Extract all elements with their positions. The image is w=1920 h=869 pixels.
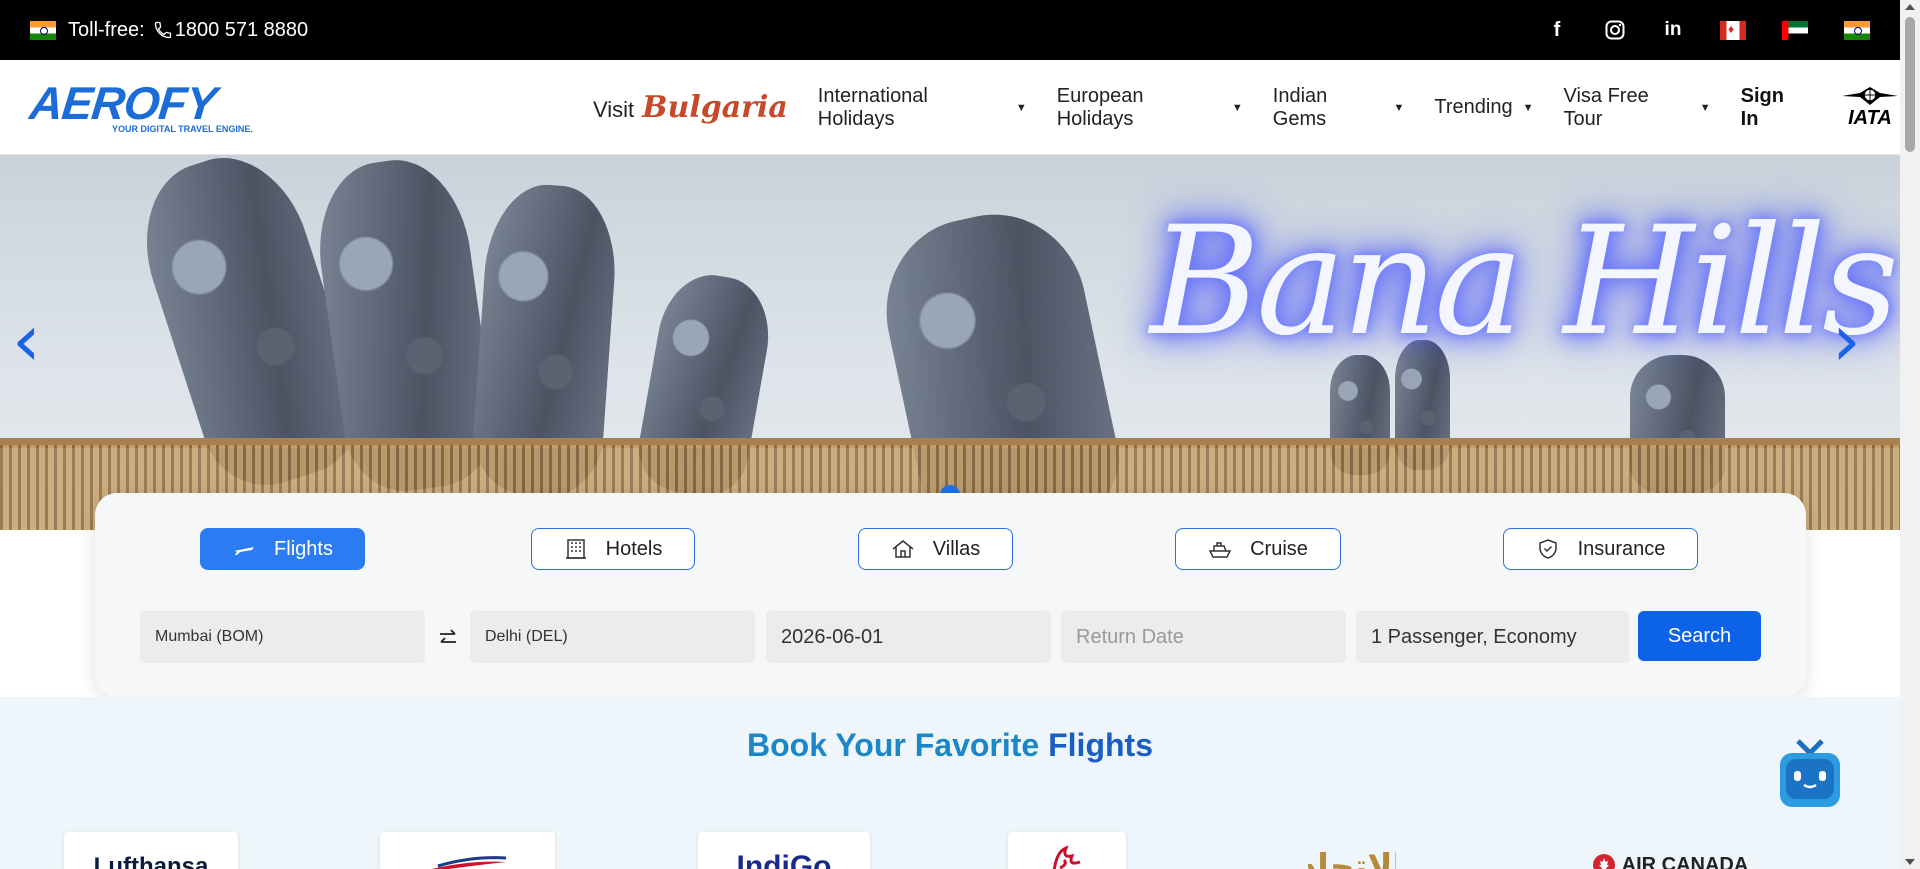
visit-label: Visit bbox=[593, 97, 635, 122]
tab-label: Flights bbox=[274, 537, 333, 560]
depart-date-field[interactable]: 2026-06-01 bbox=[766, 611, 1051, 663]
tab-flights[interactable]: Flights bbox=[200, 528, 365, 570]
chatbot-icon[interactable] bbox=[1778, 737, 1842, 815]
booking-panel: Flights Hotels Villas Cruise Insurance M… bbox=[95, 493, 1806, 697]
airline-logo-emirates[interactable] bbox=[1008, 832, 1126, 869]
tab-hotels[interactable]: Hotels bbox=[531, 528, 695, 570]
linkedin-icon[interactable]: in bbox=[1662, 19, 1684, 41]
flight-search-form: Mumbai (BOM) Delhi (DEL) 2026-06-01 Retu… bbox=[95, 611, 1806, 663]
speedmarque-icon bbox=[431, 856, 506, 869]
toll-free-label: Toll-free: bbox=[68, 18, 145, 41]
search-button[interactable]: Search bbox=[1638, 611, 1761, 661]
airline-name: Lufthansa bbox=[93, 853, 209, 869]
airlines-title-part2: Flights bbox=[1048, 727, 1153, 763]
visit-brand: Bulgaria bbox=[642, 90, 788, 125]
airline-name: IndiGo bbox=[736, 850, 832, 869]
airline-logo-air-canada[interactable]: AIR CANADA bbox=[1575, 832, 1765, 869]
airline-logo-british-airways[interactable] bbox=[380, 832, 555, 869]
top-right-group: f in bbox=[1546, 19, 1870, 41]
phone-number: 1800 571 8880 bbox=[174, 18, 309, 41]
caret-down-icon: ▼ bbox=[1393, 101, 1405, 114]
nav-label: European Holidays bbox=[1056, 84, 1144, 130]
tab-villas[interactable]: Villas bbox=[858, 528, 1013, 570]
from-field[interactable]: Mumbai (BOM) bbox=[140, 611, 425, 663]
plane-icon bbox=[234, 547, 255, 555]
caret-down-icon: ▼ bbox=[1015, 101, 1027, 114]
main-nav: Visit Bulgaria International Holidays ▼ E… bbox=[593, 60, 1900, 155]
airline-name: AIR CANADA bbox=[1621, 854, 1749, 869]
cruise-icon bbox=[1208, 542, 1232, 558]
uae-flag-icon[interactable] bbox=[1782, 20, 1808, 40]
instagram-icon[interactable] bbox=[1604, 19, 1626, 41]
airline-logo-lufthansa[interactable]: Lufthansa bbox=[64, 832, 238, 869]
tab-cruise[interactable]: Cruise bbox=[1175, 528, 1341, 570]
tab-label: Cruise bbox=[1250, 537, 1308, 560]
shield-icon bbox=[1538, 539, 1557, 559]
page-scrollbar[interactable] bbox=[1900, 0, 1920, 869]
india-flag-icon[interactable] bbox=[1844, 20, 1870, 40]
scroll-up-arrow-icon[interactable] bbox=[1905, 4, 1915, 10]
top-bar: Toll-free: 1800 571 8880 f in bbox=[0, 0, 1900, 60]
iata-text: IATA bbox=[1848, 107, 1892, 129]
nav-label: Indian Gems bbox=[1272, 84, 1328, 130]
nav-indian-gems[interactable]: Indian Gems ▼ bbox=[1273, 85, 1405, 131]
caret-down-icon: ▼ bbox=[1231, 101, 1243, 114]
airline-logo-etihad[interactable]: الاتحاد bbox=[1308, 832, 1396, 869]
nav-label: International Holidays bbox=[817, 84, 928, 130]
airline-logo-indigo[interactable]: IndiGo bbox=[698, 832, 870, 869]
tab-label: Insurance bbox=[1577, 537, 1666, 560]
aerofy-logo[interactable]: AEROFY YOUR DIGITAL TRAVEL ENGINE. bbox=[27, 77, 280, 140]
carousel-next-button[interactable]: › bbox=[1832, 304, 1861, 376]
return-date-field[interactable]: Return Date bbox=[1061, 611, 1346, 663]
airlines-title-part1: Book Your Favorite bbox=[747, 727, 1040, 763]
swap-icon[interactable] bbox=[435, 625, 461, 651]
neon-title: Bana Hills bbox=[1150, 195, 1899, 369]
logo-wordmark: AEROFY bbox=[27, 77, 219, 129]
carousel-prev-button[interactable]: ‹ bbox=[12, 304, 41, 376]
maple-leaf-icon bbox=[1592, 854, 1615, 869]
hero-carousel: Bana Hills ‹ › bbox=[0, 155, 1900, 530]
tab-label: Villas bbox=[932, 537, 981, 560]
hotel-icon bbox=[565, 539, 586, 559]
airline-name: الاتحاد bbox=[1308, 847, 1396, 869]
visit-bulgaria-link[interactable]: Visit Bulgaria bbox=[593, 90, 788, 125]
caret-down-icon: ▼ bbox=[1522, 101, 1534, 114]
nav-label: Visa Free Tour bbox=[1563, 84, 1649, 130]
facebook-icon[interactable]: f bbox=[1546, 19, 1568, 41]
globe-icon bbox=[1841, 87, 1898, 105]
airlines-title: Book Your Favorite Flights bbox=[0, 727, 1900, 764]
canada-flag-icon[interactable] bbox=[1720, 20, 1746, 40]
tab-insurance[interactable]: Insurance bbox=[1503, 528, 1698, 570]
villa-icon bbox=[892, 540, 914, 558]
scroll-down-arrow-icon[interactable] bbox=[1905, 859, 1915, 865]
iata-logo: IATA bbox=[1840, 85, 1900, 130]
to-field[interactable]: Delhi (DEL) bbox=[470, 611, 755, 663]
nav-trending[interactable]: Trending ▼ bbox=[1434, 96, 1533, 119]
scroll-thumb[interactable] bbox=[1905, 17, 1915, 152]
main-header: AEROFY YOUR DIGITAL TRAVEL ENGINE. Visit… bbox=[0, 60, 1900, 155]
tab-label: Hotels bbox=[605, 537, 663, 560]
phone-icon bbox=[154, 21, 171, 39]
emirates-calligraphy-icon bbox=[1052, 845, 1081, 869]
phone-link[interactable]: 1800 571 8880 bbox=[153, 19, 308, 42]
toll-free: Toll-free: 1800 571 8880 bbox=[68, 19, 308, 42]
nav-label: Trending bbox=[1434, 96, 1513, 118]
caret-down-icon: ▼ bbox=[1699, 101, 1711, 114]
india-flag-icon bbox=[30, 20, 56, 40]
nav-visa-free-tour[interactable]: Visa Free Tour ▼ bbox=[1563, 85, 1710, 131]
nav-international-holidays[interactable]: International Holidays ▼ bbox=[818, 85, 1027, 131]
airlines-section: Book Your Favorite Flights Lufthansa Ind… bbox=[0, 697, 1900, 869]
passengers-field[interactable]: 1 Passenger, Economy bbox=[1356, 611, 1629, 663]
sign-in-button[interactable]: Sign In bbox=[1741, 85, 1806, 131]
nav-european-holidays[interactable]: European Holidays ▼ bbox=[1057, 85, 1243, 131]
